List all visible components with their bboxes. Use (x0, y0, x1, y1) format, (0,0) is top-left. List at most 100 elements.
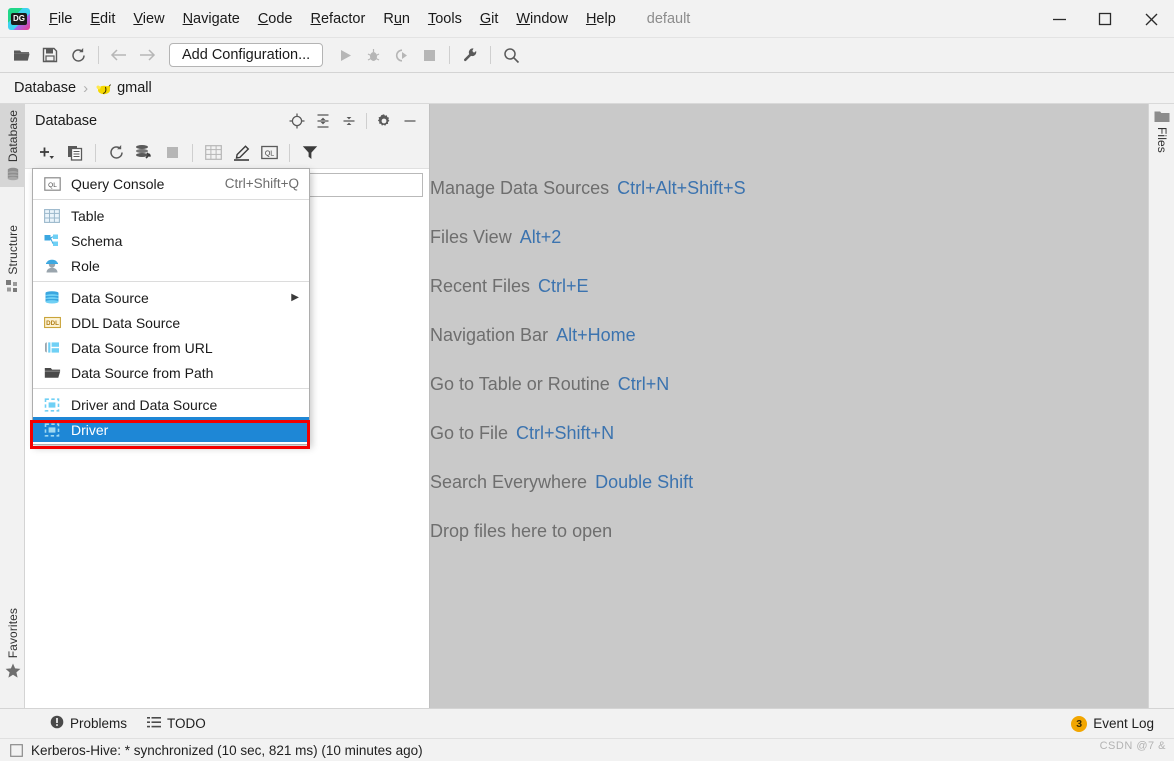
database-icon (6, 167, 20, 181)
new-object-popup-menu: QL Query Console Ctrl+Shift+Q Table Sche… (32, 168, 310, 445)
sidebar-item-label: Files (1155, 127, 1169, 153)
refresh-icon[interactable] (102, 140, 130, 166)
hive-bee-icon (95, 81, 112, 96)
menu-item-data-source-from-url[interactable]: Data Source from URL (33, 335, 309, 360)
breadcrumb-separator: › (83, 79, 89, 97)
close-icon[interactable] (1128, 0, 1174, 38)
query-console-icon[interactable]: QL (255, 140, 283, 166)
menu-navigate[interactable]: Navigate (174, 9, 249, 29)
right-tool-strip: Files (1148, 104, 1174, 708)
menu-item-data-source-from-path[interactable]: Data Source from Path (33, 360, 309, 385)
copy-icon[interactable] (61, 140, 89, 166)
arrow-left-icon[interactable] (105, 42, 133, 68)
database-panel-title: Database (35, 112, 98, 129)
add-plus-icon[interactable] (33, 140, 61, 166)
event-log-button[interactable]: 3 Event Log (1061, 709, 1174, 739)
menu-item-data-source[interactable]: Data Source ▶ (33, 285, 309, 310)
menu-separator (33, 281, 309, 282)
menu-git[interactable]: Git (471, 9, 508, 29)
submenu-arrow-icon: ▶ (291, 292, 299, 303)
bottom-item-problems[interactable]: Problems (40, 709, 137, 739)
edit-pencil-icon[interactable] (227, 140, 255, 166)
hint-row: Drop files here to open (430, 521, 613, 541)
save-icon[interactable] (36, 42, 64, 68)
bottom-item-todo[interactable]: TODO (137, 709, 216, 739)
table-icon (41, 207, 63, 225)
svg-text:QL: QL (48, 182, 57, 189)
sync-settings-icon[interactable] (130, 140, 158, 166)
locate-target-icon[interactable] (284, 108, 310, 134)
window-controls (1036, 0, 1174, 38)
open-folder-icon[interactable] (8, 42, 36, 68)
driver-icon (41, 396, 63, 414)
filter-icon[interactable] (296, 140, 324, 166)
window-indicator-icon (10, 743, 23, 757)
search-icon[interactable] (497, 42, 525, 68)
refresh-icon[interactable] (64, 42, 92, 68)
problems-icon (50, 715, 64, 732)
svg-text:QL: QL (264, 151, 273, 158)
expand-all-icon[interactable] (310, 108, 336, 134)
menu-item-role[interactable]: Role (33, 253, 309, 278)
query-console-icon: QL (41, 175, 63, 193)
profile-label: default (646, 10, 691, 27)
event-log-badge: 3 (1071, 715, 1088, 732)
stop-square-icon[interactable] (415, 42, 443, 68)
menu-edit[interactable]: Edit (81, 9, 124, 29)
menu-window[interactable]: Window (507, 9, 577, 29)
maximize-icon[interactable] (1082, 0, 1128, 38)
hint-row: Navigation Bar Alt+Home (430, 325, 636, 345)
sidebar-item-structure[interactable]: Structure (0, 219, 25, 299)
debug-bug-icon[interactable] (359, 42, 387, 68)
collapse-all-icon[interactable] (336, 108, 362, 134)
sidebar-item-database[interactable]: Database (0, 104, 25, 188)
left-tool-strip: Database Structure Favorites (0, 104, 25, 708)
arrow-right-icon[interactable] (133, 42, 161, 68)
menu-item-schema[interactable]: Schema (33, 228, 309, 253)
breadcrumb: Database › gmall (0, 73, 1174, 104)
table-icon[interactable] (199, 140, 227, 166)
menu-code[interactable]: Code (249, 9, 302, 29)
data-source-path-icon (41, 364, 63, 382)
menu-view[interactable]: View (124, 9, 173, 29)
hint-row: Go to File Ctrl+Shift+N (430, 423, 615, 443)
driver-icon (41, 421, 63, 439)
datagrip-logo-icon (8, 7, 30, 30)
menu-tools[interactable]: Tools (419, 9, 471, 29)
menu-file[interactable]: File (40, 9, 81, 29)
breadcrumb-root[interactable]: Database (14, 80, 76, 96)
sidebar-item-files[interactable]: Files (1149, 104, 1174, 159)
data-source-icon (41, 289, 63, 307)
sidebar-item-label: Structure (5, 225, 20, 275)
breadcrumb-current[interactable]: gmall (117, 80, 152, 96)
stop-square-icon[interactable] (158, 140, 186, 166)
menu-separator (33, 388, 309, 389)
menu-item-table[interactable]: Table (33, 203, 309, 228)
minimize-icon[interactable] (1036, 0, 1082, 38)
folder-icon (1154, 110, 1170, 123)
ddl-data-source-icon: DDL (41, 314, 63, 332)
hide-minus-icon[interactable] (397, 108, 423, 134)
menu-item-driver-and-data-source[interactable]: Driver and Data Source (33, 392, 309, 417)
menu-run[interactable]: Run (374, 9, 419, 29)
event-log-label: Event Log (1093, 716, 1154, 731)
menu-help[interactable]: Help (577, 9, 625, 29)
run-play-icon[interactable] (331, 42, 359, 68)
data-source-url-icon (41, 339, 63, 357)
menu-item-driver[interactable]: Driver (33, 417, 309, 442)
wrench-icon[interactable] (456, 42, 484, 68)
gear-icon[interactable] (371, 108, 397, 134)
structure-icon (6, 279, 19, 293)
sidebar-item-label: Database (5, 110, 20, 163)
sidebar-item-favorites[interactable]: Favorites (0, 602, 25, 684)
run-with-coverage-icon[interactable] (387, 42, 415, 68)
status-bar: Kerberos-Hive: * synchronized (10 sec, 8… (0, 738, 1174, 761)
hint-row: Go to Table or Routine Ctrl+N (430, 374, 670, 394)
menu-refactor[interactable]: Refactor (302, 9, 375, 29)
menu-item-query-console[interactable]: QL Query Console Ctrl+Shift+Q (33, 171, 309, 196)
menu-item-ddl-data-source[interactable]: DDL DDL Data Source (33, 310, 309, 335)
role-user-icon (41, 257, 63, 275)
title-bar: File Edit View Navigate Code Refactor Ru… (0, 0, 1174, 38)
run-configuration-selector[interactable]: Add Configuration... (169, 43, 324, 67)
watermark: CSDN @7 & (1099, 740, 1166, 752)
